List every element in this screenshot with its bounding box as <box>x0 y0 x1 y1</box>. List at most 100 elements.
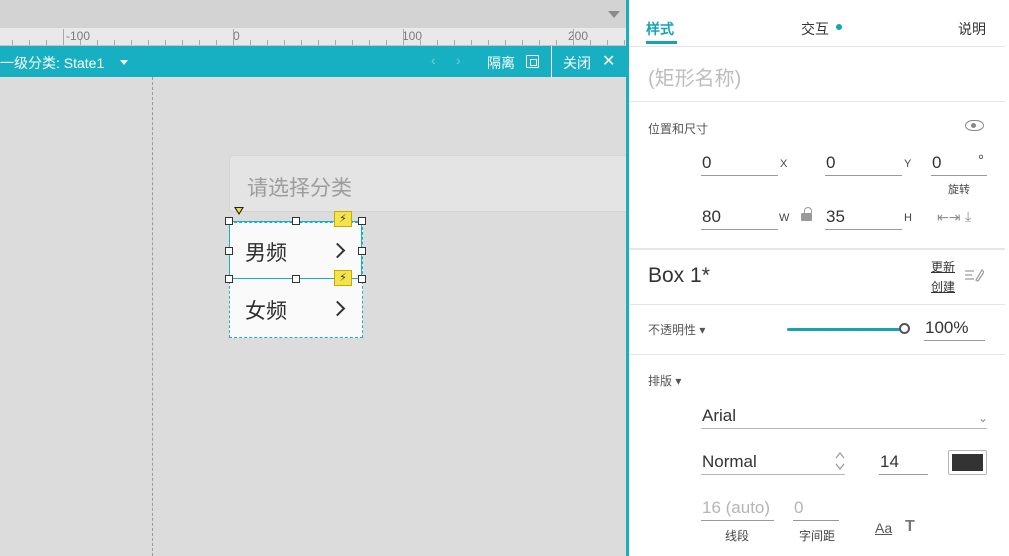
divider <box>629 354 1005 355</box>
ruler-tick <box>488 40 489 45</box>
ruler-label: -100 <box>66 29 91 43</box>
font-color-fill <box>952 454 983 471</box>
ruler-tick <box>80 40 81 45</box>
resize-handle[interactable] <box>225 247 233 255</box>
tab-style[interactable]: 样式 <box>646 19 674 39</box>
tab-notes[interactable]: 说明 <box>958 19 986 39</box>
ruler-tick <box>556 40 557 45</box>
fit-width-icon[interactable]: ⇤⇥ <box>937 209 960 225</box>
chevron-right-icon[interactable]: › <box>456 52 461 68</box>
ruler-tick <box>29 40 30 45</box>
font-size-field[interactable]: 14 <box>879 451 928 475</box>
typography-label[interactable]: 排版 ▾ <box>648 372 681 389</box>
ruler-tick <box>403 29 404 45</box>
y-field[interactable]: 0 <box>825 152 902 176</box>
ruler-tick <box>607 40 608 45</box>
collapse-arrow-icon[interactable] <box>608 11 620 18</box>
x-field[interactable]: 0 <box>701 152 778 176</box>
height-field[interactable]: 35 <box>825 206 902 230</box>
create-style-link[interactable]: 创建 <box>931 278 955 295</box>
resize-handle[interactable] <box>225 275 233 283</box>
horizontal-ruler: -100 0 100 200 <box>0 28 626 46</box>
update-style-link[interactable]: 更新 <box>931 258 955 275</box>
close-icon[interactable]: ✕ <box>602 51 615 71</box>
dynamic-panel-state-bar: 一级分类: State1 ‹ › 隔离 关闭 ✕ <box>0 46 626 77</box>
triangle-marker-fill <box>236 208 242 213</box>
font-weight-select[interactable]: Normal <box>701 451 845 475</box>
ruler-tick <box>590 40 591 45</box>
resize-handle[interactable] <box>292 275 300 283</box>
ruler-tick <box>63 29 64 45</box>
opacity-field[interactable]: 100% <box>924 317 985 341</box>
tab-interaction[interactable]: 交互 <box>801 19 829 39</box>
ruler-tick <box>335 40 336 45</box>
ruler-tick <box>199 40 200 45</box>
resize-handle[interactable] <box>358 247 366 255</box>
x-unit: X <box>780 158 788 170</box>
ruler-tick <box>573 29 574 45</box>
width-field[interactable]: 80 <box>701 206 778 230</box>
fit-height-icon[interactable]: ⤓ <box>965 208 983 225</box>
ruler-label: 0 <box>233 29 240 43</box>
opacity-label-text: 不透明性 <box>648 323 697 337</box>
ruler-tick <box>386 40 387 45</box>
ruler-tick <box>301 40 302 45</box>
ruler-tick <box>233 29 234 45</box>
ruler-label: 200 <box>568 29 589 43</box>
text-shadow-icon[interactable]: T <box>905 518 915 536</box>
rotation-label: 旋转 <box>948 184 970 196</box>
list-item-label[interactable]: 女频 <box>245 295 287 325</box>
ruler-tick <box>114 40 115 45</box>
lightning-icon[interactable]: ⚡ <box>334 270 352 286</box>
degree-unit: ° <box>978 152 984 169</box>
y-unit: Y <box>904 158 912 170</box>
resize-handle[interactable] <box>225 217 233 225</box>
ruler-tick <box>505 40 506 45</box>
ruler-tick <box>437 40 438 45</box>
ruler-tick <box>148 40 149 45</box>
inspector-panel: 样式 交互 说明 (矩形名称) 位置和尺寸 0 X 0 Y 0 ° 旋转 80 … <box>629 0 1009 556</box>
resize-handle[interactable] <box>292 217 300 225</box>
resize-handle[interactable] <box>358 217 366 225</box>
resize-handle[interactable] <box>358 275 366 283</box>
ruler-tick <box>369 40 370 45</box>
stepper-icon[interactable] <box>834 450 846 472</box>
isolate-button[interactable]: 隔离 <box>487 53 515 73</box>
style-name[interactable]: Box 1* <box>648 264 710 288</box>
ruler-tick <box>539 40 540 45</box>
ruler-tick <box>12 40 13 45</box>
lightning-icon[interactable]: ⚡ <box>334 211 352 227</box>
w-unit: W <box>779 212 790 224</box>
canvas-top-bar <box>0 0 626 28</box>
ruler-tick <box>250 40 251 45</box>
chevron-down-icon[interactable]: ⌄ <box>978 411 988 425</box>
edit-style-icon[interactable] <box>965 268 984 282</box>
eye-icon[interactable] <box>965 120 984 131</box>
chevron-left-icon[interactable]: ‹ <box>431 52 436 68</box>
state-selector[interactable]: 一级分类: State1 <box>0 53 104 73</box>
typography-label-text: 排版 <box>648 374 673 388</box>
letter-spacing-field[interactable]: 0 <box>793 497 839 521</box>
vertical-guide <box>152 77 153 556</box>
lock-icon[interactable] <box>801 207 812 221</box>
isolate-icon[interactable] <box>526 55 539 68</box>
opacity-label[interactable]: 不透明性 ▾ <box>648 321 705 338</box>
line-spacing-field[interactable]: 16 (auto) <box>701 497 774 521</box>
opacity-slider[interactable] <box>787 328 905 331</box>
ruler-tick <box>46 40 47 45</box>
shape-name-input[interactable]: (矩形名称) <box>648 62 741 91</box>
caret-down-icon[interactable] <box>120 60 128 65</box>
divider <box>551 46 552 77</box>
font-color-swatch[interactable] <box>948 450 987 475</box>
ruler-tick <box>454 40 455 45</box>
ruler-tick <box>165 40 166 45</box>
canvas-area[interactable]: -100 0 100 200 一级分类: State1 ‹ › 隔离 关闭 ✕ … <box>0 0 626 556</box>
close-button[interactable]: 关闭 <box>563 53 591 73</box>
ruler-tick <box>131 40 132 45</box>
divider <box>629 46 1005 47</box>
text-case-icon[interactable]: Aa <box>875 520 892 536</box>
divider <box>629 248 1005 250</box>
font-family-select[interactable]: Arial <box>701 405 987 429</box>
opacity-slider-thumb[interactable] <box>899 323 910 334</box>
category-dropdown-widget[interactable]: 请选择分类 <box>229 155 626 212</box>
